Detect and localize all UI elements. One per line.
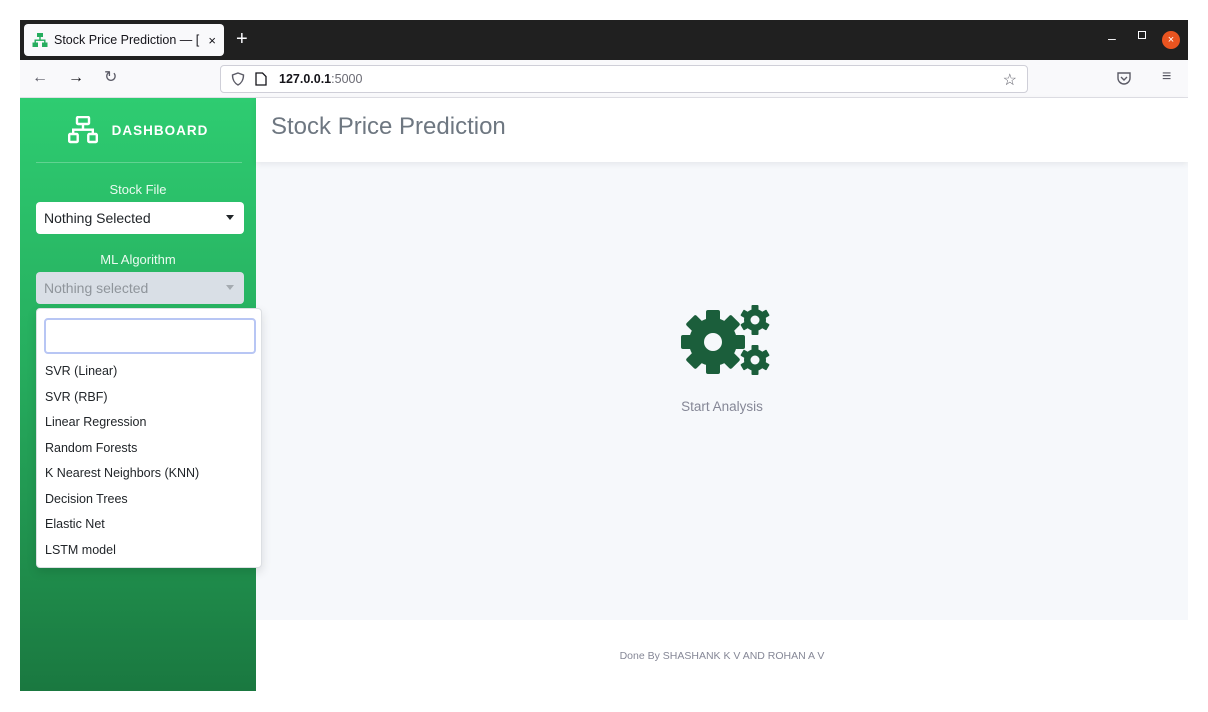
ml-algorithm-select[interactable]: Nothing selected xyxy=(36,272,244,304)
dropdown-option[interactable]: SVR (Linear) xyxy=(45,364,117,378)
url-bar[interactable]: 127.0.0.1:5000 ☆ xyxy=(220,65,1028,93)
stock-file-value: Nothing Selected xyxy=(44,210,151,226)
sidebar-divider xyxy=(36,162,242,163)
dropdown-option[interactable]: K Nearest Neighbors (KNN) xyxy=(45,466,199,480)
url-text[interactable]: 127.0.0.1:5000 xyxy=(279,72,362,86)
browser-window: Stock Price Prediction — [ × + – × ← → ↻… xyxy=(20,20,1188,691)
sidebar: DASHBOARD Stock File Nothing Selected ML… xyxy=(20,98,262,691)
dropdown-option[interactable]: Elastic Net xyxy=(45,517,105,531)
restore-icon[interactable] xyxy=(1138,31,1146,39)
sidebar-brand[interactable]: DASHBOARD xyxy=(20,98,256,162)
browser-tab[interactable]: Stock Price Prediction — [ × xyxy=(24,24,224,56)
minimize-icon[interactable]: – xyxy=(1108,30,1116,46)
pocket-icon[interactable] xyxy=(1116,70,1132,86)
sitemap-icon xyxy=(67,116,98,144)
ml-algorithm-value: Nothing selected xyxy=(44,280,149,296)
dropdown-option[interactable]: SVR (RBF) xyxy=(45,390,108,404)
page-icon xyxy=(255,72,267,86)
shield-icon[interactable] xyxy=(231,72,245,86)
stock-file-select[interactable]: Nothing Selected xyxy=(36,202,244,234)
brand-text: DASHBOARD xyxy=(111,122,209,138)
page-header: Stock Price Prediction xyxy=(256,98,1188,162)
forward-icon[interactable]: → xyxy=(68,69,84,87)
dropdown-search-input[interactable] xyxy=(44,318,256,354)
reload-icon[interactable]: ↻ xyxy=(104,69,117,87)
page-footer: Done By SHASHANK K V AND ROHAN A V xyxy=(256,620,1188,691)
dropdown-option[interactable]: Linear Regression xyxy=(45,415,146,429)
gears-icon[interactable] xyxy=(677,300,773,380)
sitemap-icon xyxy=(32,33,48,47)
ml-algorithm-dropdown: SVR (Linear) SVR (RBF) Linear Regression… xyxy=(36,308,262,568)
start-analysis-label[interactable]: Start Analysis xyxy=(256,399,1188,414)
tab-close-icon[interactable]: × xyxy=(208,33,216,48)
footer-credit: Done By SHASHANK K V AND ROHAN A V xyxy=(619,650,825,662)
tab-bar: Stock Price Prediction — [ × + – × xyxy=(20,20,1188,60)
main-content: Start Analysis xyxy=(256,162,1188,620)
stock-file-label: Stock File xyxy=(109,182,167,197)
tab-title: Stock Price Prediction — [ xyxy=(54,33,200,47)
navigation-bar: ← → ↻ 127.0.0.1:5000 ☆ ≡ xyxy=(20,60,1188,98)
caret-down-icon xyxy=(226,215,234,220)
ml-algorithm-label: ML Algorithm xyxy=(100,252,176,267)
bookmark-star-icon[interactable]: ☆ xyxy=(1003,70,1017,90)
url-port: :5000 xyxy=(331,72,363,86)
back-icon[interactable]: ← xyxy=(32,69,48,87)
url-host: 127.0.0.1 xyxy=(279,72,332,86)
dropdown-option[interactable]: LSTM model xyxy=(45,543,116,557)
page-title: Stock Price Prediction xyxy=(271,113,506,140)
dropdown-option[interactable]: Decision Trees xyxy=(45,492,128,506)
caret-down-icon xyxy=(226,285,234,290)
new-tab-icon[interactable]: + xyxy=(236,27,248,51)
window-close-icon[interactable]: × xyxy=(1162,31,1180,49)
dropdown-option[interactable]: Random Forests xyxy=(45,441,137,455)
hamburger-menu-icon[interactable]: ≡ xyxy=(1162,68,1171,86)
